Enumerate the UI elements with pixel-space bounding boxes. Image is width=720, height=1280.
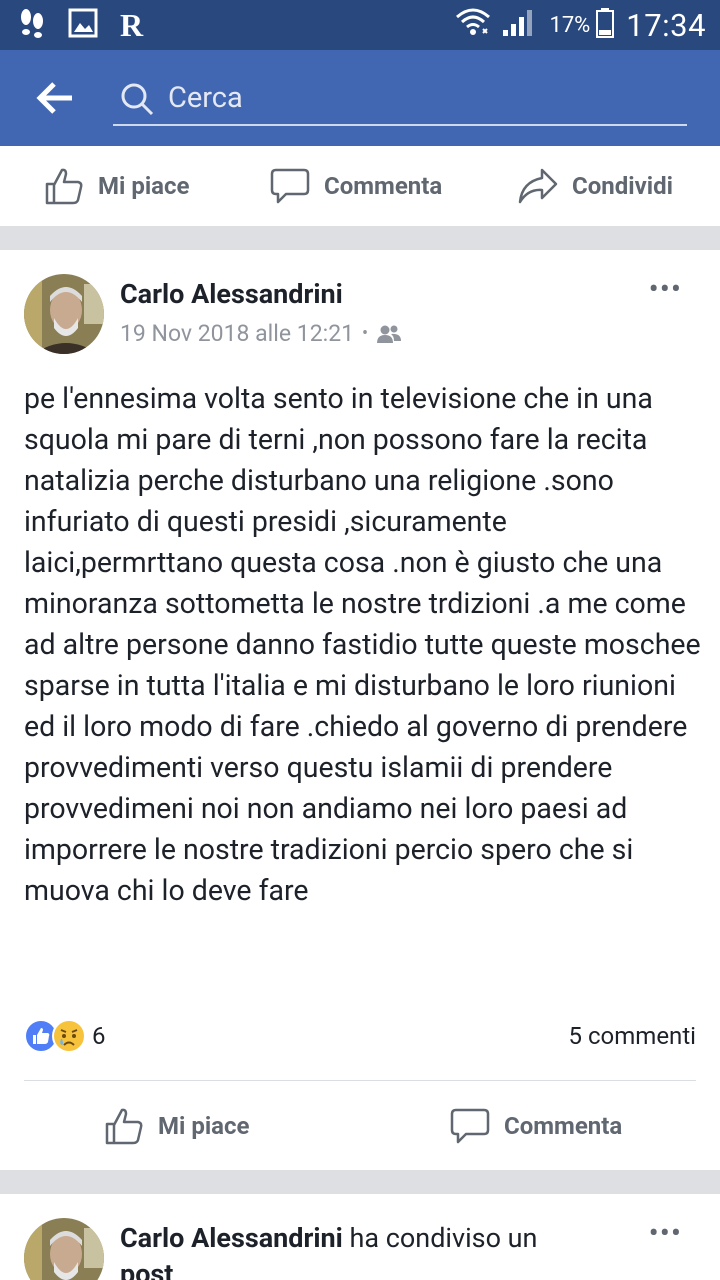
post-text: pe l'ennesima volta sento in televisione… [24,382,701,907]
avatar[interactable] [24,1218,104,1280]
back-arrow-icon [36,82,72,114]
r-app-icon: R [120,7,144,43]
signal-icon [501,8,535,42]
reaction-summary[interactable]: 6 [24,1018,106,1054]
thumbs-up-icon [45,168,83,205]
search-icon [119,81,155,117]
next-post-card: Carlo Alessandrini ha condiviso un post … [0,1194,720,1280]
post-like-label: Mi piace [158,1112,250,1140]
footsteps-icon [18,8,46,42]
wifi-icon [455,7,491,43]
post2-header: Carlo Alessandrini ha condiviso un post [120,1220,660,1280]
like-label: Mi piace [98,172,190,200]
battery-icon [596,8,615,42]
comment-label: Commenta [324,172,443,200]
sad-reaction-icon [52,1019,86,1053]
previous-post-actions: Mi piace Commenta Condividi [0,146,720,226]
post-like-button[interactable]: Mi piace [104,1088,250,1164]
avatar[interactable] [24,274,104,354]
share-icon [518,168,558,204]
meta-separator: • [362,323,369,344]
battery-percent: 17% [549,12,591,38]
post2-author[interactable]: Carlo Alessandrini [120,1222,343,1254]
comment-button[interactable]: Commenta [270,146,442,226]
status-bar: R 17% 17:34 [0,0,720,50]
thumbs-up-icon [105,1108,143,1145]
post-author[interactable]: Carlo Alessandrini [120,278,343,310]
like-button[interactable]: Mi piace [44,146,190,226]
comments-count[interactable]: 5 commenti [569,1022,696,1050]
image-icon [68,8,98,42]
share-label: Condividi [572,172,673,200]
clock: 17:34 [626,6,706,44]
friends-icon [377,325,402,343]
search-header [0,50,720,146]
comment-icon [270,168,310,204]
more-options-button[interactable]: ••• [649,1219,682,1249]
more-options-button[interactable]: ••• [649,275,682,305]
post2-action-link[interactable]: post [120,1258,173,1280]
post-card: Carlo Alessandrini 19 Nov 2018 alle 12:2… [0,250,720,1170]
share-button[interactable]: Condividi [518,146,673,226]
post-comment-label: Commenta [504,1112,623,1140]
comment-icon [450,1108,490,1144]
post-date[interactable]: 19 Nov 2018 alle 12:21 [120,320,354,347]
divider [24,1080,696,1081]
search-field[interactable] [113,74,687,126]
post-meta: 19 Nov 2018 alle 12:21 • [120,320,402,347]
back-button[interactable] [36,80,76,116]
post-comment-button[interactable]: Commenta [450,1088,622,1164]
post2-action: ha condiviso un [342,1222,538,1254]
search-input[interactable] [168,78,668,118]
reaction-count: 6 [92,1022,106,1050]
